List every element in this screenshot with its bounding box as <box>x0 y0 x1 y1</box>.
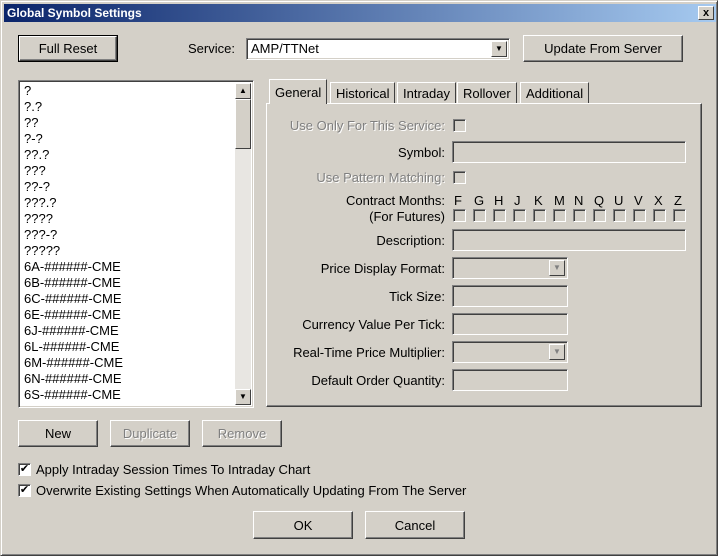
update-from-server-button[interactable]: Update From Server <box>523 35 683 62</box>
month-code-label: F <box>454 193 462 208</box>
month-code-checkbox[interactable] <box>493 209 506 222</box>
month-code-checkbox[interactable] <box>453 209 466 222</box>
month-code-label: N <box>574 193 584 208</box>
month-code-label: V <box>634 193 643 208</box>
month-code-checkbox[interactable] <box>513 209 526 222</box>
window-title: Global Symbol Settings <box>7 6 142 20</box>
default-order-quantity-input[interactable] <box>452 369 568 391</box>
tab-historical[interactable]: Historical <box>330 82 396 103</box>
contract-months-label: Contract Months: <box>346 193 445 208</box>
description-label: Description: <box>376 233 445 248</box>
month-code-label: H <box>494 193 504 208</box>
month-code-label: X <box>654 193 663 208</box>
realtime-price-multiplier-dropdown[interactable]: ▼ <box>452 341 568 363</box>
symbol-label: Symbol: <box>398 145 445 160</box>
list-item[interactable]: 6C-######-CME <box>21 291 235 307</box>
use-pattern-matching-label: Use Pattern Matching: <box>316 170 445 185</box>
list-item[interactable]: ???-? <box>21 227 235 243</box>
currency-value-per-tick-label: Currency Value Per Tick: <box>302 317 445 332</box>
list-item[interactable]: ??.? <box>21 147 235 163</box>
list-item[interactable]: 6A-######-CME <box>21 259 235 275</box>
price-display-format-dropdown[interactable]: ▼ <box>452 257 568 279</box>
month-code-checkbox[interactable] <box>653 209 666 222</box>
chevron-down-icon[interactable]: ▼ <box>491 41 507 57</box>
month-code-label: G <box>474 193 485 208</box>
apply-intraday-session-label: Apply Intraday Session Times To Intraday… <box>36 462 311 477</box>
list-item[interactable]: 6E-######-CME <box>21 307 235 323</box>
symbol-list-items: ??.??? ?-???.???? ??-????.????? ???-?????? 6… <box>21 83 235 403</box>
scroll-thumb[interactable] <box>235 99 251 149</box>
month-code-label: Q <box>594 193 605 208</box>
month-code-label: J <box>514 193 521 208</box>
list-item[interactable]: ????? <box>21 243 235 259</box>
use-only-for-service-label: Use Only For This Service: <box>289 118 445 133</box>
scroll-down-icon[interactable]: ▼ <box>235 389 251 405</box>
list-item[interactable]: ?? <box>21 115 235 131</box>
month-code-label: Z <box>674 193 682 208</box>
month-code-label: M <box>554 193 565 208</box>
month-code-checkbox[interactable] <box>593 209 606 222</box>
cancel-button[interactable]: Cancel <box>365 511 465 539</box>
symbol-list[interactable]: ??.??? ?-???.???? ??-????.????? ???-?????? 6… <box>18 80 254 408</box>
symbol-list-scrollbar[interactable]: ▲ ▼ <box>235 83 251 405</box>
service-value: AMP/TTNet <box>251 41 319 56</box>
global-symbol-settings-dialog: Global Symbol Settings x Full Reset Serv… <box>0 0 718 556</box>
month-code-checkbox[interactable] <box>633 209 646 222</box>
chevron-down-icon[interactable]: ▼ <box>549 344 565 360</box>
chevron-down-icon[interactable]: ▼ <box>549 260 565 276</box>
ok-button[interactable]: OK <box>253 511 353 539</box>
service-dropdown[interactable]: AMP/TTNet ▼ <box>246 38 510 60</box>
month-code-checkbox[interactable] <box>553 209 566 222</box>
tick-size-input[interactable] <box>452 285 568 307</box>
month-code-checkbox[interactable] <box>573 209 586 222</box>
list-item[interactable]: ??? <box>21 163 235 179</box>
month-code-checkbox[interactable] <box>613 209 626 222</box>
list-item[interactable]: 6B-######-CME <box>21 275 235 291</box>
service-label: Service: <box>188 41 235 56</box>
month-code-checkbox[interactable] <box>533 209 546 222</box>
list-item[interactable]: 6N-######-CME <box>21 371 235 387</box>
list-item[interactable]: ?.? <box>21 99 235 115</box>
list-item[interactable]: ??-? <box>21 179 235 195</box>
duplicate-button[interactable]: Duplicate <box>110 420 190 447</box>
scroll-up-icon[interactable]: ▲ <box>235 83 251 99</box>
tab-general[interactable]: General <box>269 79 328 104</box>
month-code-checkbox[interactable] <box>673 209 686 222</box>
list-item[interactable]: 6M-######-CME <box>21 355 235 371</box>
symbol-input[interactable] <box>452 141 686 163</box>
currency-value-per-tick-input[interactable] <box>452 313 568 335</box>
list-item[interactable]: 6L-######-CME <box>21 339 235 355</box>
title-bar: Global Symbol Settings x <box>4 4 716 22</box>
apply-intraday-session-checkbox[interactable]: ✔ <box>18 463 31 476</box>
use-only-for-service-checkbox[interactable] <box>453 119 466 132</box>
list-item[interactable]: ? <box>21 83 235 99</box>
month-code-checkbox[interactable] <box>473 209 486 222</box>
tab-intraday[interactable]: Intraday <box>397 82 456 103</box>
list-item[interactable]: ???.? <box>21 195 235 211</box>
tab-additional[interactable]: Additional <box>520 82 590 103</box>
month-code-label: U <box>614 193 624 208</box>
list-item[interactable]: 6S-######-CME <box>21 387 235 403</box>
default-order-quantity-label: Default Order Quantity: <box>311 373 445 388</box>
list-item[interactable]: ???? <box>21 211 235 227</box>
list-item[interactable]: ?-? <box>21 131 235 147</box>
close-button[interactable]: x <box>698 6 714 20</box>
month-code-label: K <box>534 193 543 208</box>
description-input[interactable] <box>452 229 686 251</box>
list-item[interactable]: 6J-######-CME <box>21 323 235 339</box>
use-pattern-matching-checkbox[interactable] <box>453 171 466 184</box>
realtime-price-multiplier-label: Real-Time Price Multiplier: <box>293 345 445 360</box>
tick-size-label: Tick Size: <box>389 289 445 304</box>
new-button[interactable]: New <box>18 420 98 447</box>
remove-button[interactable]: Remove <box>202 420 282 447</box>
overwrite-existing-checkbox[interactable]: ✔ <box>18 484 31 497</box>
full-reset-button[interactable]: Full Reset <box>18 35 118 62</box>
for-futures-label: (For Futures) <box>369 209 445 224</box>
price-display-format-label: Price Display Format: <box>320 261 445 276</box>
overwrite-existing-label: Overwrite Existing Settings When Automat… <box>36 483 467 498</box>
tab-rollover[interactable]: Rollover <box>457 82 517 103</box>
